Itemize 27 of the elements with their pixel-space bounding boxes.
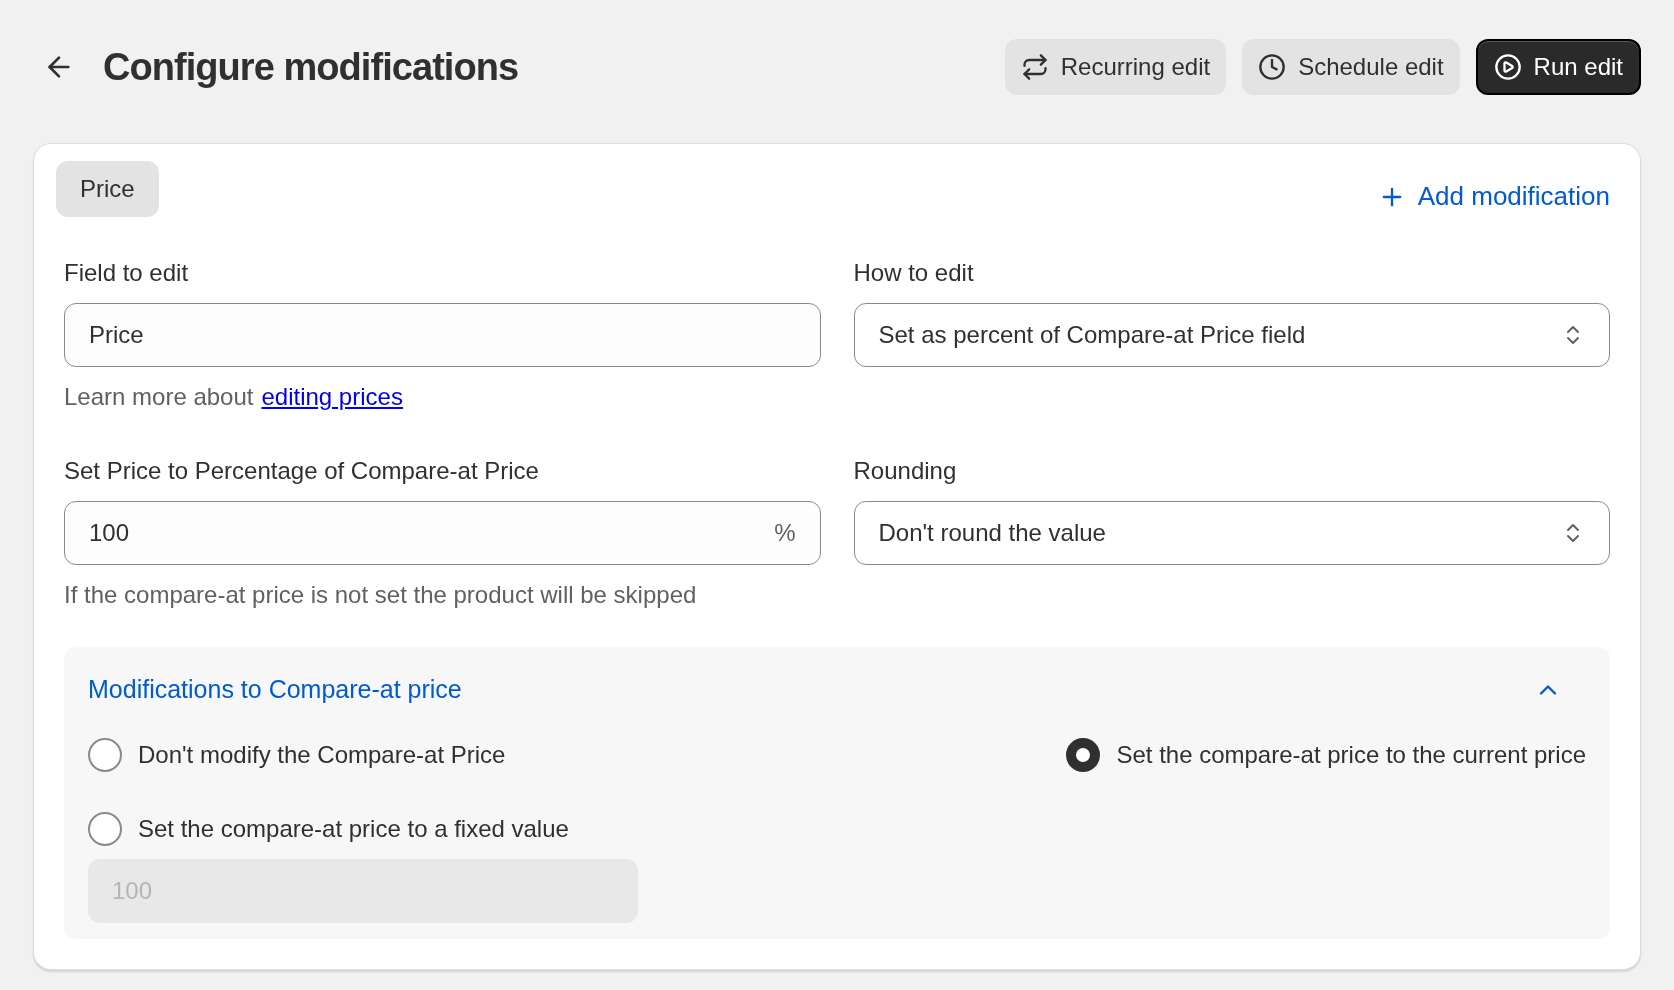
radio-label: Set the compare-at price to the current price bbox=[1116, 739, 1586, 770]
toolbar-button[interactable]: Recurring edit bbox=[1004, 39, 1227, 95]
input-field[interactable]: 100 % bbox=[64, 501, 821, 565]
field-label: Set Price to Percentage of Compare-at Price bbox=[64, 456, 540, 486]
input-field[interactable]: Price bbox=[64, 303, 821, 367]
radio-button[interactable] bbox=[88, 811, 122, 846]
field-label: Rounding bbox=[853, 456, 958, 486]
radio-label: Don't modify the Compare-at Price bbox=[138, 739, 506, 770]
radio-label: Set the compare-at price to a fixed value bbox=[138, 813, 569, 844]
radio-button[interactable] bbox=[88, 737, 122, 772]
section-title[interactable]: Modifications to Compare-at price bbox=[88, 671, 462, 709]
repeat-icon bbox=[1020, 53, 1049, 81]
help-text: Learn more about bbox=[64, 382, 254, 412]
help-link[interactable]: editing prices bbox=[261, 379, 403, 415]
add-modification-link[interactable]: Add modification bbox=[1377, 177, 1610, 216]
toolbar-button[interactable]: Run edit bbox=[1475, 39, 1641, 95]
toolbar-button[interactable]: Schedule edit bbox=[1242, 39, 1460, 95]
radio-button[interactable] bbox=[1066, 737, 1101, 772]
field-label: How to edit bbox=[853, 258, 975, 288]
field-label: Field to edit bbox=[64, 258, 190, 288]
page-title: Configure modifications bbox=[103, 44, 519, 90]
select-field[interactable]: Set as percent of Compare-at Price field bbox=[853, 303, 1610, 367]
play-icon bbox=[1493, 53, 1522, 81]
help-text: If the compare-at price is not set the product will be skipped bbox=[64, 580, 697, 610]
select-field[interactable]: Don't round the value bbox=[853, 501, 1610, 565]
clock-icon bbox=[1258, 53, 1287, 81]
modification-tab[interactable]: Price bbox=[56, 161, 159, 217]
